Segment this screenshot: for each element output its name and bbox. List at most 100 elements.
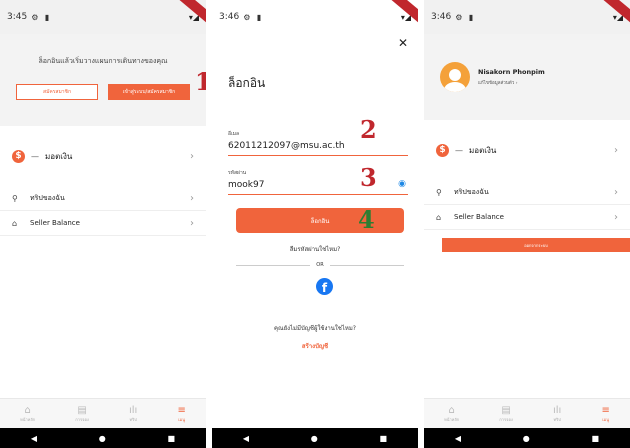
wallet-dash: — (31, 151, 39, 161)
email-underline (228, 155, 408, 156)
phone-screen-login: 3:46 ⚙ ▮ ▾◢ ✕ ล็อกอิน อีเมล 62011212097@… (212, 0, 418, 448)
chevron-right-icon: › (190, 217, 194, 229)
nav-bookings[interactable]: ▤ การจอง (75, 405, 89, 423)
menu-item-label: ทริปของฉัน (30, 193, 65, 202)
logout-button[interactable]: ออกจากระบบ (442, 238, 630, 252)
status-bar: 3:46 ⚙ ▮ ▾◢ (212, 0, 418, 34)
or-divider: OR (236, 262, 405, 268)
home-icon: ⌂ (448, 404, 455, 416)
booking-icon: ▤ (501, 404, 511, 416)
status-bar: 3:45 ⚙ ▮ ▾◢ (0, 0, 206, 34)
nav-label: การจอง (499, 416, 513, 422)
recents-icon[interactable]: ■ (592, 434, 600, 443)
bottom-nav: ⌂ หน้าหลัก ▤ การจอง ılı ทริป ≡ เมนู (0, 398, 206, 428)
password-input[interactable]: mook97 (228, 180, 408, 190)
nav-menu[interactable]: ≡ เมนู (601, 405, 609, 423)
menu-item-label: ทริปของฉัน (454, 187, 489, 196)
close-icon[interactable]: ✕ (398, 36, 408, 50)
no-account-text: คุณยังไม่มีบัญชีผู้ใช้งานใช่ไหม? (274, 325, 356, 332)
home-button-icon[interactable]: ● (523, 434, 530, 443)
eye-icon[interactable]: ◉ (398, 179, 406, 189)
register-button[interactable]: สมัครสมาชิก (16, 84, 98, 100)
status-time: 3:45 (7, 12, 28, 22)
menu-icon: ≡ (177, 404, 186, 416)
wallet-label: มอตเงิน (469, 145, 497, 155)
login-button[interactable]: ล็อกอิน (236, 208, 404, 233)
nav-home[interactable]: ⌂ หน้าหลัก (20, 405, 35, 423)
phone-screen-account-logged-out: 3:45 ⚙ ▮ ▾◢ ล็อกอินแล้วเริ่มวางแผนการเดิ… (0, 0, 206, 448)
or-label: OR (316, 262, 324, 268)
nav-label: การจอง (75, 416, 89, 422)
menu-item-my-trips[interactable]: ⚲ ทริปของฉัน › (0, 186, 206, 211)
nav-label: เมนู (602, 416, 610, 422)
signup-link[interactable]: สร้างบัญชี (212, 341, 418, 351)
chevron-right-icon: › (190, 150, 194, 162)
home-button-icon[interactable]: ● (311, 434, 318, 443)
nav-home[interactable]: ⌂ หน้าหลัก (444, 405, 459, 423)
back-icon[interactable]: ◀ (455, 434, 461, 443)
recents-icon[interactable]: ■ (168, 434, 176, 443)
nav-trips[interactable]: ılı ทริป (129, 405, 137, 423)
password-label: รหัสผ่าน (228, 170, 247, 176)
system-nav-bar: ◀ ● ■ (424, 428, 630, 448)
chevron-right-icon: › (614, 211, 618, 223)
coin-icon: $ (436, 143, 449, 157)
wallet-label: มอตเงิน (45, 151, 73, 161)
nav-label: เมนู (178, 416, 186, 422)
status-time: 3:46 (431, 12, 452, 22)
email-field[interactable]: อีเมล 62011212097@msu.ac.th (228, 130, 408, 156)
login-prompt-card: ล็อกอินแล้วเริ่มวางแผนการเดินทางของคุณ ส… (0, 34, 206, 126)
nav-label: ทริป (553, 416, 561, 422)
profile-card[interactable]: Nisakorn Phonpim แก้ไขข้อมูลส่วนตัว › (424, 34, 630, 120)
annotation-step-2: 2 (360, 115, 377, 144)
password-field[interactable]: รหัสผ่าน mook97 ◉ (228, 169, 408, 195)
wallet-row[interactable]: $ — มอตเงิน › (0, 134, 206, 178)
home-icon: ⌂ (24, 404, 31, 416)
profile-name: Nisakorn Phonpim (478, 68, 545, 76)
wallet-row[interactable]: $ — มอตเงิน › (424, 128, 630, 172)
menu-item-label: Seller Balance (454, 213, 504, 221)
chevron-right-icon: › (190, 192, 194, 204)
home-button-icon[interactable]: ● (99, 434, 106, 443)
edit-profile-link[interactable]: แก้ไขข้อมูลส่วนตัว › (478, 79, 545, 86)
menu-icon: ≡ (601, 404, 610, 416)
menu-item-seller-balance[interactable]: ⌂ Seller Balance › (424, 205, 630, 230)
system-nav-bar: ◀ ● ■ (212, 428, 418, 448)
menu-item-label: Seller Balance (30, 219, 80, 227)
status-icons: ⚙ ▮ (31, 12, 52, 22)
status-bar: 3:46 ⚙ ▮ ▾◢ (424, 0, 630, 34)
annotation-step-4: 4 (358, 205, 375, 234)
location-pin-icon: ⚲ (12, 193, 18, 203)
back-icon[interactable]: ◀ (243, 434, 249, 443)
login-register-button[interactable]: เข้าสู่ระบบ/สมัครสมาชิก (108, 84, 190, 100)
chevron-right-icon: › (614, 144, 618, 156)
menu-item-seller-balance[interactable]: ⌂ Seller Balance › (0, 211, 206, 236)
recents-icon[interactable]: ■ (380, 434, 388, 443)
forgot-password-link[interactable]: ลืมรหัสผ่านใช่ไหม? (212, 244, 418, 254)
status-time: 3:46 (219, 12, 240, 22)
status-icons: ⚙ ▮ (455, 12, 476, 22)
wallet-dash: — (455, 145, 463, 155)
nav-trips[interactable]: ılı ทริป (553, 405, 561, 423)
bottom-nav: ⌂ หน้าหลัก ▤ การจอง ılı ทริป ≡ เมนู (424, 398, 630, 428)
back-icon[interactable]: ◀ (31, 434, 37, 443)
nav-label: ทริป (129, 416, 137, 422)
facebook-icon[interactable]: f (316, 278, 333, 295)
status-icons: ⚙ ▮ (243, 12, 264, 22)
chevron-right-icon: › (614, 186, 618, 198)
menu-item-my-trips[interactable]: ⚲ ทริปของฉัน › (424, 180, 630, 205)
location-pin-icon: ⚲ (436, 187, 442, 197)
chart-icon: ılı (553, 404, 562, 416)
chart-icon: ılı (129, 404, 138, 416)
bank-icon: ⌂ (436, 212, 442, 222)
nav-label: หน้าหลัก (20, 416, 36, 422)
annotation-step-3: 3 (360, 163, 377, 192)
nav-bookings[interactable]: ▤ การจอง (499, 405, 513, 423)
login-title: ล็อกอิน (228, 76, 266, 90)
nav-menu[interactable]: ≡ เมนู (177, 405, 185, 423)
login-prompt-text: ล็อกอินแล้วเริ่มวางแผนการเดินทางของคุณ (38, 57, 168, 65)
edit-profile-label: แก้ไขข้อมูลส่วนตัว (478, 81, 515, 86)
email-label: อีเมล (228, 131, 240, 137)
email-input[interactable]: 62011212097@msu.ac.th (228, 141, 408, 151)
password-underline (228, 194, 408, 195)
